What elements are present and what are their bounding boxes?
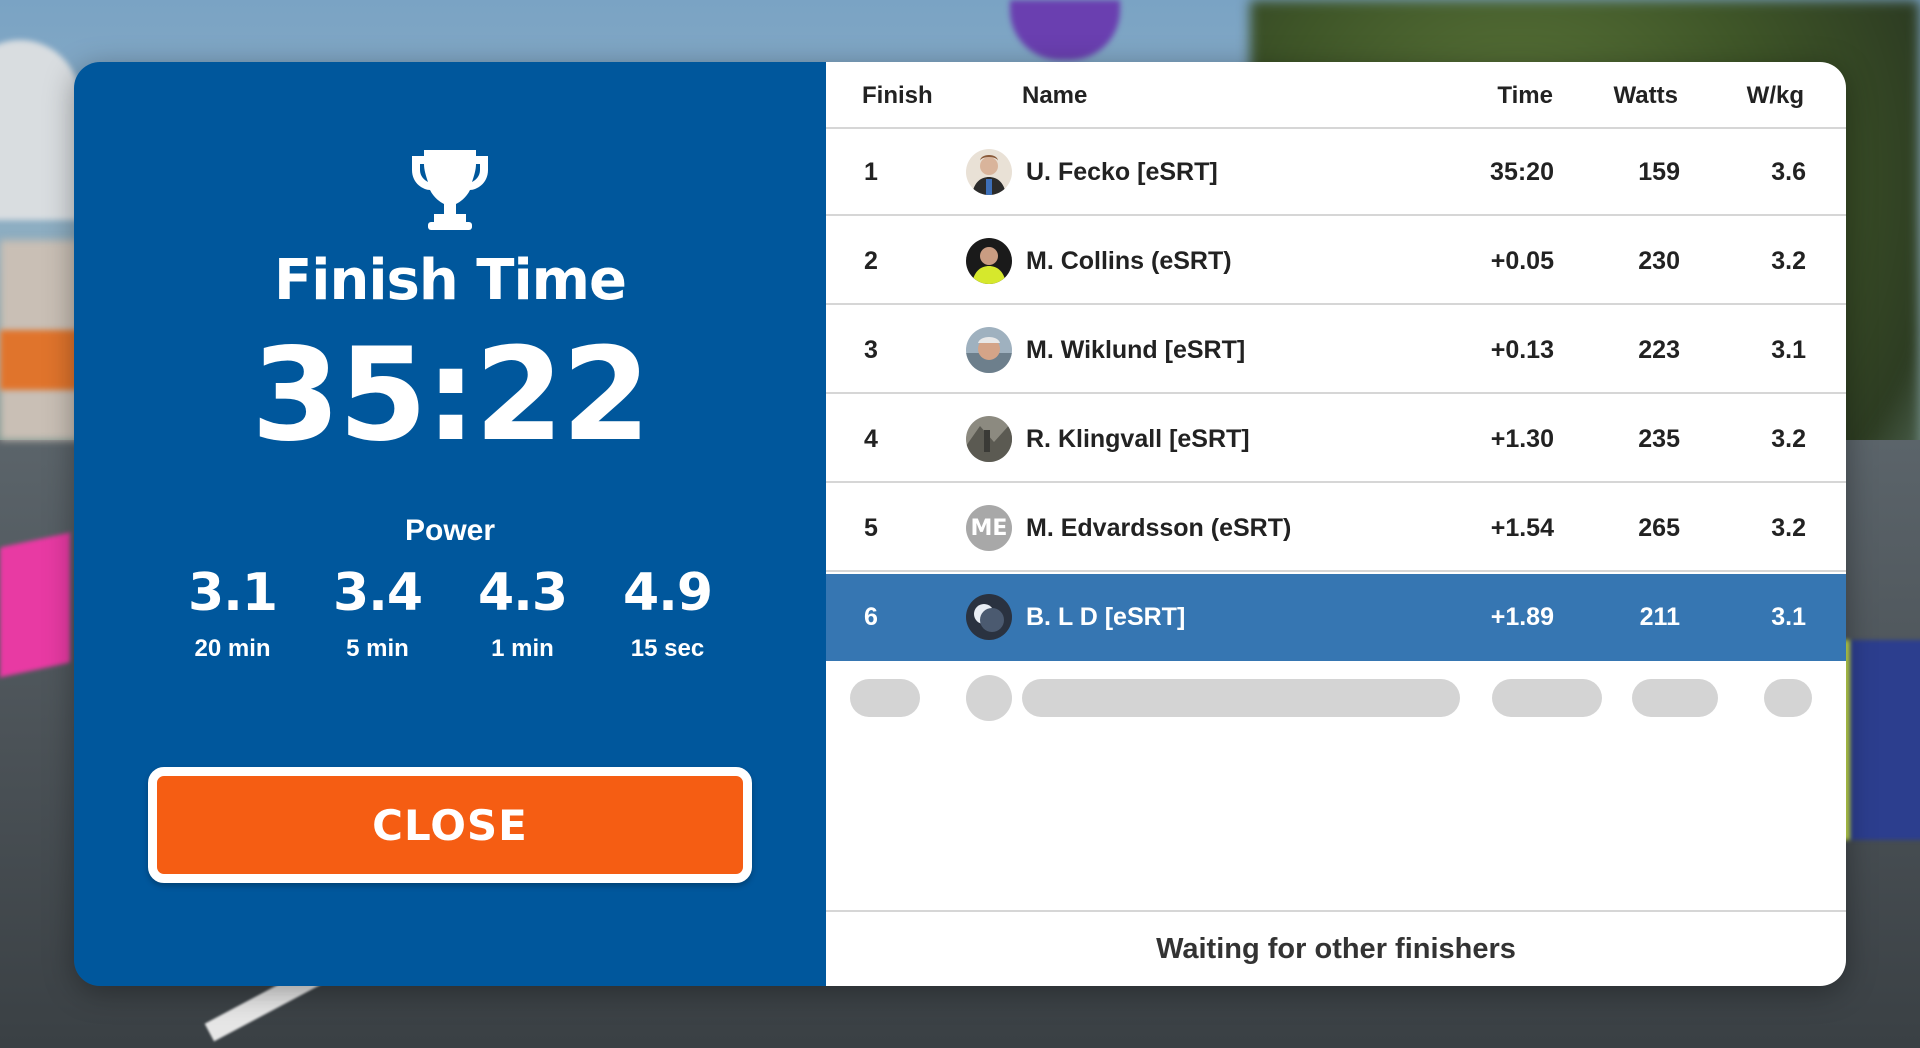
finish-position: 3 [864, 336, 878, 364]
power-stats: 3.1 20 min 3.4 5 min 4.3 1 min 4.9 15 se… [160, 567, 740, 663]
finish-summary-panel: Finish Time 35:22 Power 3.1 20 min 3.4 5… [74, 62, 826, 986]
power-value: 4.3 [477, 563, 568, 623]
power-duration: 15 sec [630, 635, 705, 662]
trophy-icon [412, 150, 488, 230]
rider-watts: 223 [1638, 336, 1680, 364]
power-stat: 3.1 20 min [160, 567, 305, 663]
placeholder-bar [850, 679, 920, 717]
table-row: 3 M. Wiklund [eSRT] +0.13 223 3.1 [826, 307, 1846, 394]
rider-name: M. Wiklund [eSRT] [1026, 336, 1246, 364]
avatar [966, 149, 1012, 195]
finish-position: 6 [864, 603, 878, 631]
rider-wkg: 3.2 [1771, 425, 1806, 453]
rider-watts: 235 [1638, 425, 1680, 453]
placeholder-bar [1632, 679, 1718, 717]
table-row-current-rider: 6 B. L D [eSRT] +1.89 211 3.1 [826, 574, 1846, 661]
avatar [966, 327, 1012, 373]
waiting-status: Waiting for other finishers [826, 910, 1846, 986]
rider-wkg: 3.1 [1771, 336, 1806, 364]
finish-position: 2 [864, 247, 878, 275]
power-stat: 4.3 1 min [450, 567, 595, 663]
table-row: 5 ME M. Edvardsson (eSRT) +1.54 265 3.2 [826, 485, 1846, 572]
close-button[interactable]: CLOSE [148, 767, 752, 883]
rider-time: 35:20 [1490, 158, 1554, 186]
table-row: 2 M. Collins (eSRT) +0.05 230 3.2 [826, 218, 1846, 305]
avatar [966, 238, 1012, 284]
rider-name: M. Collins (eSRT) [1026, 247, 1232, 275]
finish-position: 4 [864, 425, 878, 453]
loading-placeholder-row [826, 675, 1846, 721]
finish-position: 5 [864, 514, 878, 542]
placeholder-bar [1492, 679, 1602, 717]
rider-time: +1.89 [1490, 603, 1554, 631]
rider-watts: 211 [1639, 603, 1680, 631]
power-duration: 5 min [346, 635, 409, 662]
table-row: 1 U. Fecko [eSRT] 35:20 159 3.6 [826, 129, 1846, 216]
power-value: 4.9 [622, 563, 713, 623]
rider-watts: 265 [1638, 514, 1680, 542]
table-header: Finish Name Time Watts W/kg [826, 62, 1846, 129]
power-stat: 3.4 5 min [305, 567, 450, 663]
placeholder-avatar [966, 675, 1012, 721]
rider-name: U. Fecko [eSRT] [1026, 158, 1218, 186]
rider-wkg: 3.2 [1771, 247, 1806, 275]
power-stat: 4.9 15 sec [595, 567, 740, 663]
finish-time-label: Finish Time [274, 248, 627, 313]
placeholder-bar [1764, 679, 1812, 717]
placeholder-bar [1022, 679, 1460, 717]
table-row: 4 R. Klingvall [eSRT] +1.30 235 3.2 [826, 396, 1846, 483]
avatar: ME [966, 505, 1012, 551]
power-value: 3.4 [332, 563, 423, 623]
finish-position: 1 [864, 158, 878, 186]
rider-watts: 230 [1638, 247, 1680, 275]
column-header-watts: Watts [1613, 82, 1678, 109]
rider-watts: 159 [1638, 158, 1680, 186]
rider-time: +1.54 [1490, 514, 1554, 542]
rider-name: B. L D [eSRT] [1026, 603, 1186, 631]
power-label: Power [404, 514, 496, 547]
finish-time-value: 35:22 [251, 321, 650, 470]
column-header-wkg: W/kg [1746, 82, 1804, 109]
power-duration: 1 min [491, 635, 554, 662]
column-header-finish: Finish [862, 82, 933, 109]
results-table: Finish Name Time Watts W/kg 1 U. Fecko [… [826, 62, 1846, 986]
avatar [966, 416, 1012, 462]
rider-wkg: 3.1 [1771, 603, 1806, 631]
rider-name: M. Edvardsson (eSRT) [1026, 514, 1292, 542]
rider-name: R. Klingvall [eSRT] [1026, 425, 1250, 453]
rider-time: +0.13 [1490, 336, 1554, 364]
rider-wkg: 3.2 [1771, 514, 1806, 542]
avatar [966, 594, 1012, 640]
rider-time: +1.30 [1490, 425, 1554, 453]
rider-time: +0.05 [1490, 247, 1554, 275]
power-duration: 20 min [194, 635, 271, 662]
column-header-time: Time [1497, 82, 1553, 109]
rider-wkg: 3.6 [1771, 158, 1806, 186]
power-value: 3.1 [187, 563, 278, 623]
race-results-dialog: Finish Time 35:22 Power 3.1 20 min 3.4 5… [74, 62, 1846, 986]
column-header-name: Name [1022, 82, 1088, 109]
